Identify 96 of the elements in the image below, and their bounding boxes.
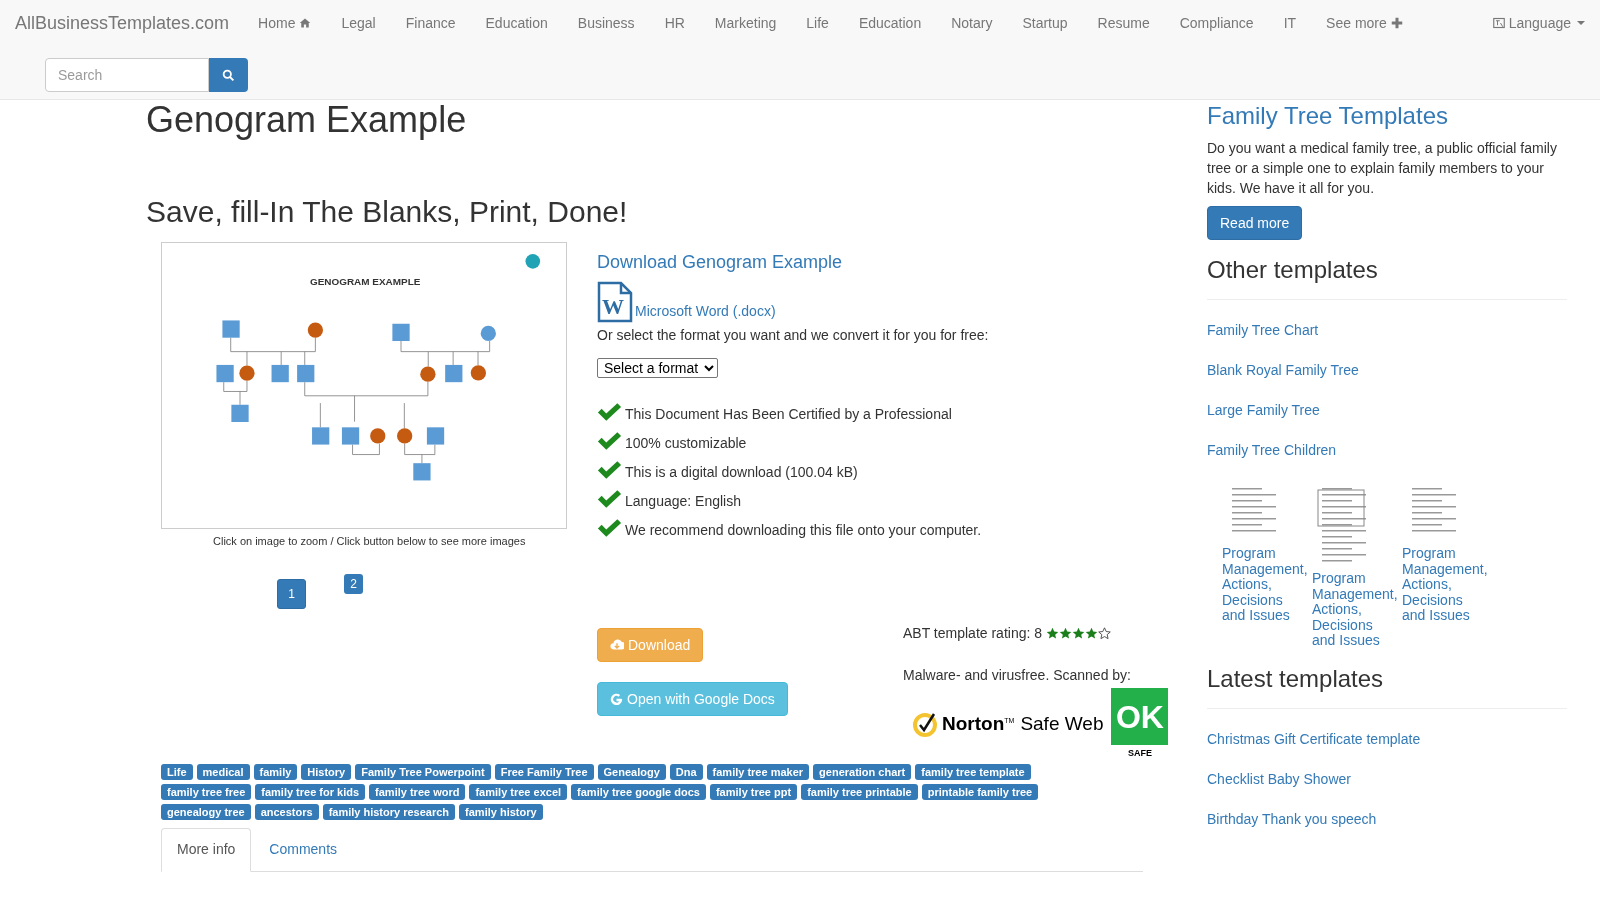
nav-link[interactable]: HR <box>649 12 700 34</box>
nav-link[interactable]: Home <box>243 12 327 34</box>
translate-icon <box>1492 17 1505 29</box>
tab[interactable]: More info <box>161 827 252 872</box>
tag-link[interactable]: family tree excel <box>469 783 568 800</box>
tab[interactable]: Comments <box>251 827 356 871</box>
google-icon <box>610 692 623 706</box>
cloud-download-icon <box>610 638 624 652</box>
page-button[interactable]: 2 <box>344 573 363 594</box>
check-icon <box>597 518 622 538</box>
check-icon <box>597 489 622 509</box>
document-title: GENOGRAM EXAMPLE <box>309 275 421 287</box>
tag-link[interactable]: family <box>253 763 298 780</box>
tag-link[interactable]: genealogy tree <box>161 803 251 820</box>
rating-text: ABT template rating: 8 <box>903 624 1043 643</box>
template-link[interactable]: Family Tree Chart <box>1207 320 1319 340</box>
norton-check-icon <box>912 711 938 738</box>
template-link[interactable]: Blank Royal Family Tree <box>1207 360 1359 380</box>
nav-link[interactable]: See more <box>1311 12 1418 34</box>
tag-link[interactable]: generation chart <box>813 763 912 780</box>
caret-icon <box>1577 21 1585 25</box>
tag-link[interactable]: Genealogy <box>597 763 666 780</box>
template-link[interactable]: Checklist Baby Shower <box>1207 768 1351 789</box>
nav-link[interactable]: Startup <box>1007 12 1083 34</box>
feature-text: This Document Has Been Certified by a Professional <box>625 406 952 422</box>
feature-text: We recommend downloading this file onto your computer. <box>625 522 982 538</box>
badge-caption: SAFE <box>1127 747 1152 760</box>
tag-link[interactable]: family tree free <box>161 783 252 800</box>
nav-link[interactable]: Legal <box>326 12 391 34</box>
feature-text: 100% customizable <box>625 435 747 451</box>
language-menu[interactable]: Language <box>1492 12 1585 34</box>
norton-product: Safe Web <box>1020 712 1104 736</box>
format-link[interactable]: Microsoft Word (.docx) <box>635 301 776 322</box>
check-icon <box>597 460 622 480</box>
search-icon <box>222 68 235 82</box>
search-field[interactable]: Search <box>45 58 209 92</box>
plus-icon <box>1390 17 1403 29</box>
tag-link[interactable]: family tree word <box>369 783 466 800</box>
nav-link[interactable]: IT <box>1268 12 1312 34</box>
image-caption: Click on image to zoom / Click button below to see more images <box>212 534 526 549</box>
template-link[interactable]: Family Tree Children <box>1207 440 1337 460</box>
tag-link[interactable]: family tree for kids <box>255 783 366 800</box>
tag-link[interactable]: Dna <box>669 763 703 780</box>
tag-link[interactable]: family history <box>459 803 543 820</box>
tag-link[interactable]: ancestors <box>254 803 319 820</box>
page-button[interactable]: 1 <box>277 578 306 609</box>
tag-link[interactable]: family tree printable <box>801 783 918 800</box>
section-title: Latest templates <box>1207 664 1385 693</box>
template-link[interactable]: Christmas Gift Certificate template <box>1207 728 1421 749</box>
safe-badge: OK <box>1111 688 1169 745</box>
star-icon <box>1072 627 1086 640</box>
nav-link[interactable]: Life <box>791 12 844 34</box>
site-brand[interactable]: AllBusinessTemplates.com <box>15 9 230 37</box>
norton-name: Norton <box>942 712 1005 736</box>
download-heading-link[interactable]: Download Genogram Example <box>597 251 843 273</box>
read-more-button[interactable]: Read more <box>1207 206 1303 240</box>
tag-link[interactable]: family history research <box>322 803 456 820</box>
tag-link[interactable]: printable family tree <box>921 783 1039 800</box>
tag-link[interactable]: Free Family Tree <box>494 763 594 780</box>
format-select[interactable]: Select a format <box>597 358 718 378</box>
nav-link[interactable]: Education <box>843 12 937 34</box>
feature-text: Language: English <box>625 493 741 509</box>
nav-link[interactable]: Notary <box>936 12 1008 34</box>
nav-link[interactable]: Finance <box>390 12 471 34</box>
page-subtitle: Save, fill-In The Blanks, Print, Done! <box>146 194 629 230</box>
nav-link[interactable]: Education <box>470 12 563 34</box>
check-icon <box>597 402 622 422</box>
template-preview[interactable]: GENOGRAM EXAMPLE <box>161 242 567 529</box>
home-icon <box>299 17 312 29</box>
scan-text: Malware- and virusfree. Scanned by: <box>903 666 1131 685</box>
nav-link[interactable]: Compliance <box>1164 12 1269 34</box>
tag-link[interactable]: History <box>301 763 352 780</box>
tag-link[interactable]: Family Tree Powerpoint <box>355 763 491 780</box>
star-icon <box>1059 627 1073 640</box>
nav-link[interactable]: Resume <box>1082 12 1165 34</box>
template-link[interactable]: Birthday Thank you speech <box>1207 808 1377 829</box>
tag-link[interactable]: Life <box>161 763 193 780</box>
template-link[interactable]: Large Family Tree <box>1207 400 1320 420</box>
search-button[interactable] <box>209 58 248 92</box>
tag-link[interactable]: family tree google docs <box>571 783 706 800</box>
star-icon <box>1046 627 1060 640</box>
convert-text: Or select the format you want and we convert it for you for free: <box>597 326 989 345</box>
word-file-icon: W <box>597 281 633 323</box>
tag-link[interactable]: family tree maker <box>706 763 810 780</box>
section-title: Other templates <box>1207 256 1379 284</box>
nav-link[interactable]: Marketing <box>699 12 792 34</box>
page-title: Genogram Example <box>146 98 468 142</box>
promo-title: Family Tree Templates <box>1207 102 1449 130</box>
star-icon <box>1085 627 1099 640</box>
nav-link[interactable]: Business <box>562 12 650 34</box>
tag-link[interactable]: family tree ppt <box>709 783 798 800</box>
check-icon <box>597 431 622 451</box>
tag-link[interactable]: medical <box>196 763 250 780</box>
feature-text: This is a digital download (100.04 kB) <box>625 464 858 480</box>
tag-link[interactable]: family tree template <box>915 763 1031 780</box>
promo-text: Do you want a medical family tree, a public official family tree or a simple one to explain family members to your kids. We have it all for you. <box>1207 139 1558 198</box>
